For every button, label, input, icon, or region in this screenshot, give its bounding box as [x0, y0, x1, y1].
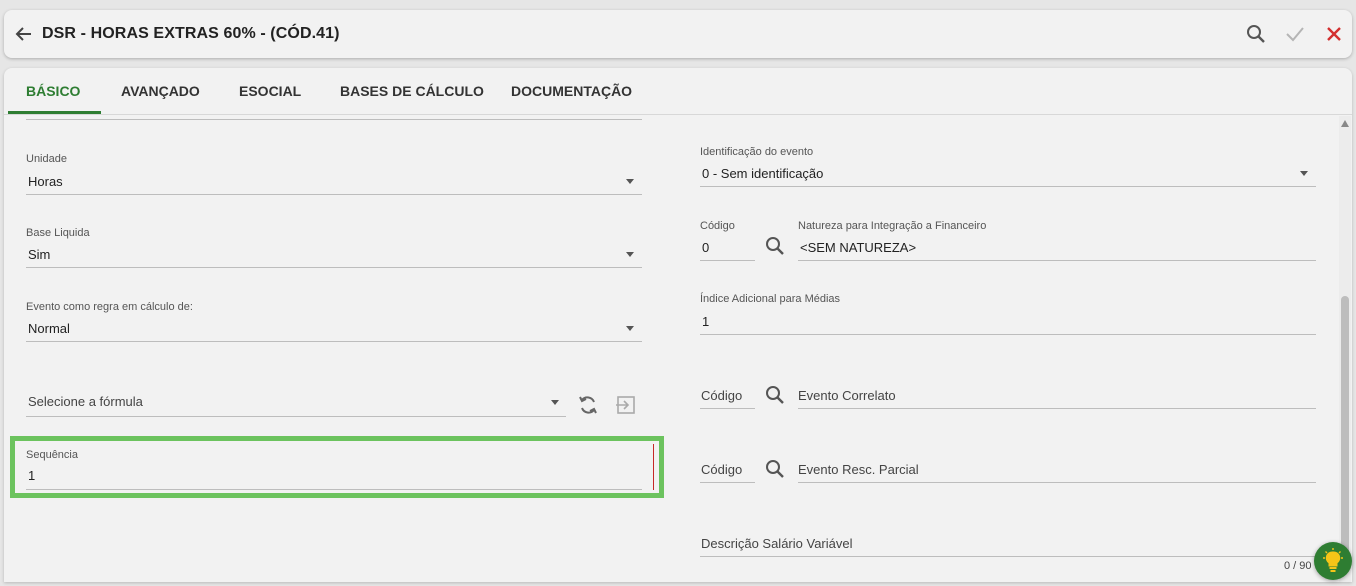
tab-basico[interactable]: BÁSICO — [26, 83, 80, 99]
sequencia-field[interactable]: Sequência 1 — [26, 446, 642, 490]
resc-codigo-placeholder: Código — [701, 462, 743, 477]
chevron-down-icon — [1300, 171, 1308, 176]
evento-resc-parcial-field[interactable]: Evento Resc. Parcial — [798, 454, 1316, 484]
evento-correlato-field[interactable]: Evento Correlato — [798, 380, 1316, 410]
tab-esocial[interactable]: ESOCIAL — [239, 83, 301, 99]
char-counter: 0 / 90 — [1284, 560, 1312, 572]
formula-select[interactable]: Selecione a fórmula — [26, 388, 566, 418]
tab-avancado[interactable]: AVANÇADO — [121, 83, 200, 99]
base-liquida-select[interactable]: Base Liquida Sim — [26, 224, 642, 270]
codigo-field[interactable]: Código 0 — [700, 217, 755, 263]
page-header: DSR - HORAS EXTRAS 60% - (CÓD.41) — [4, 10, 1352, 58]
unidade-value: Horas — [28, 174, 63, 189]
help-assistant-button[interactable] — [1314, 542, 1352, 580]
natureza-field[interactable]: Natureza para Integração a Financeiro <S… — [798, 217, 1316, 263]
evento-correlato-placeholder: Evento Correlato — [798, 388, 896, 403]
insert-formula-icon[interactable] — [615, 394, 637, 416]
page-title: DSR - HORAS EXTRAS 60% - (CÓD.41) — [42, 25, 340, 42]
formula-placeholder: Selecione a fórmula — [28, 394, 143, 409]
indice-field[interactable]: Índice Adicional para Médias 1 — [700, 290, 1316, 336]
back-arrow-icon[interactable] — [14, 24, 34, 44]
tab-bar: BÁSICO AVANÇADO ESOCIAL BASES DE CÁLCULO… — [4, 68, 1352, 115]
search-icon[interactable] — [764, 458, 786, 480]
descricao-salario-field[interactable]: Descrição Salário Variável — [700, 528, 1316, 558]
correlato-codigo-field[interactable]: Código — [700, 380, 755, 410]
evento-regra-select[interactable]: Evento como regra em cálculo de: Normal — [26, 298, 642, 344]
correlato-codigo-placeholder: Código — [701, 388, 743, 403]
indice-label: Índice Adicional para Médias — [700, 293, 841, 305]
search-icon[interactable] — [764, 384, 786, 406]
chevron-down-icon — [626, 252, 634, 257]
active-tab-indicator — [8, 111, 101, 114]
search-icon[interactable] — [764, 235, 786, 257]
unidade-label: Unidade — [26, 153, 67, 165]
codigo-value[interactable]: 0 — [702, 240, 709, 255]
check-icon[interactable] — [1284, 23, 1306, 45]
chevron-down-icon — [551, 400, 559, 405]
close-icon[interactable] — [1323, 23, 1345, 45]
evento-regra-label: Evento como regra em cálculo de: — [26, 301, 193, 313]
natureza-label: Natureza para Integração a Financeiro — [798, 220, 987, 232]
scrollbar-thumb[interactable] — [1341, 296, 1349, 556]
sequencia-value[interactable]: 1 — [28, 468, 35, 483]
evento-resc-parcial-placeholder: Evento Resc. Parcial — [798, 462, 919, 477]
tab-bases-de-calculo[interactable]: BASES DE CÁLCULO — [340, 83, 484, 99]
scroll-up-arrow-icon[interactable] — [1341, 120, 1349, 127]
identificacao-select[interactable]: Identificação do evento 0 - Sem identifi… — [700, 143, 1316, 189]
identificacao-value: 0 - Sem identificação — [702, 166, 824, 181]
identificacao-label: Identificação do evento — [700, 146, 814, 158]
descricao-salario-placeholder: Descrição Salário Variável — [701, 536, 853, 551]
base-liquida-value: Sim — [28, 247, 51, 262]
tab-documentacao[interactable]: DOCUMENTAÇÃO — [511, 83, 632, 99]
evento-regra-value: Normal — [28, 321, 70, 336]
refresh-icon[interactable] — [577, 393, 599, 417]
chevron-down-icon — [626, 326, 634, 331]
natureza-value: <SEM NATUREZA> — [800, 240, 917, 255]
unidade-select[interactable]: Unidade Horas — [26, 150, 642, 196]
lightbulb-icon — [1323, 548, 1343, 572]
sequencia-label: Sequência — [26, 449, 78, 461]
codigo-label: Código — [700, 220, 735, 232]
indice-value[interactable]: 1 — [702, 314, 709, 329]
base-liquida-label: Base Liquida — [26, 227, 90, 239]
resc-codigo-field[interactable]: Código — [700, 454, 755, 484]
chevron-down-icon — [626, 179, 634, 184]
search-icon[interactable] — [1245, 23, 1267, 45]
scrolled-field-line — [26, 118, 642, 122]
